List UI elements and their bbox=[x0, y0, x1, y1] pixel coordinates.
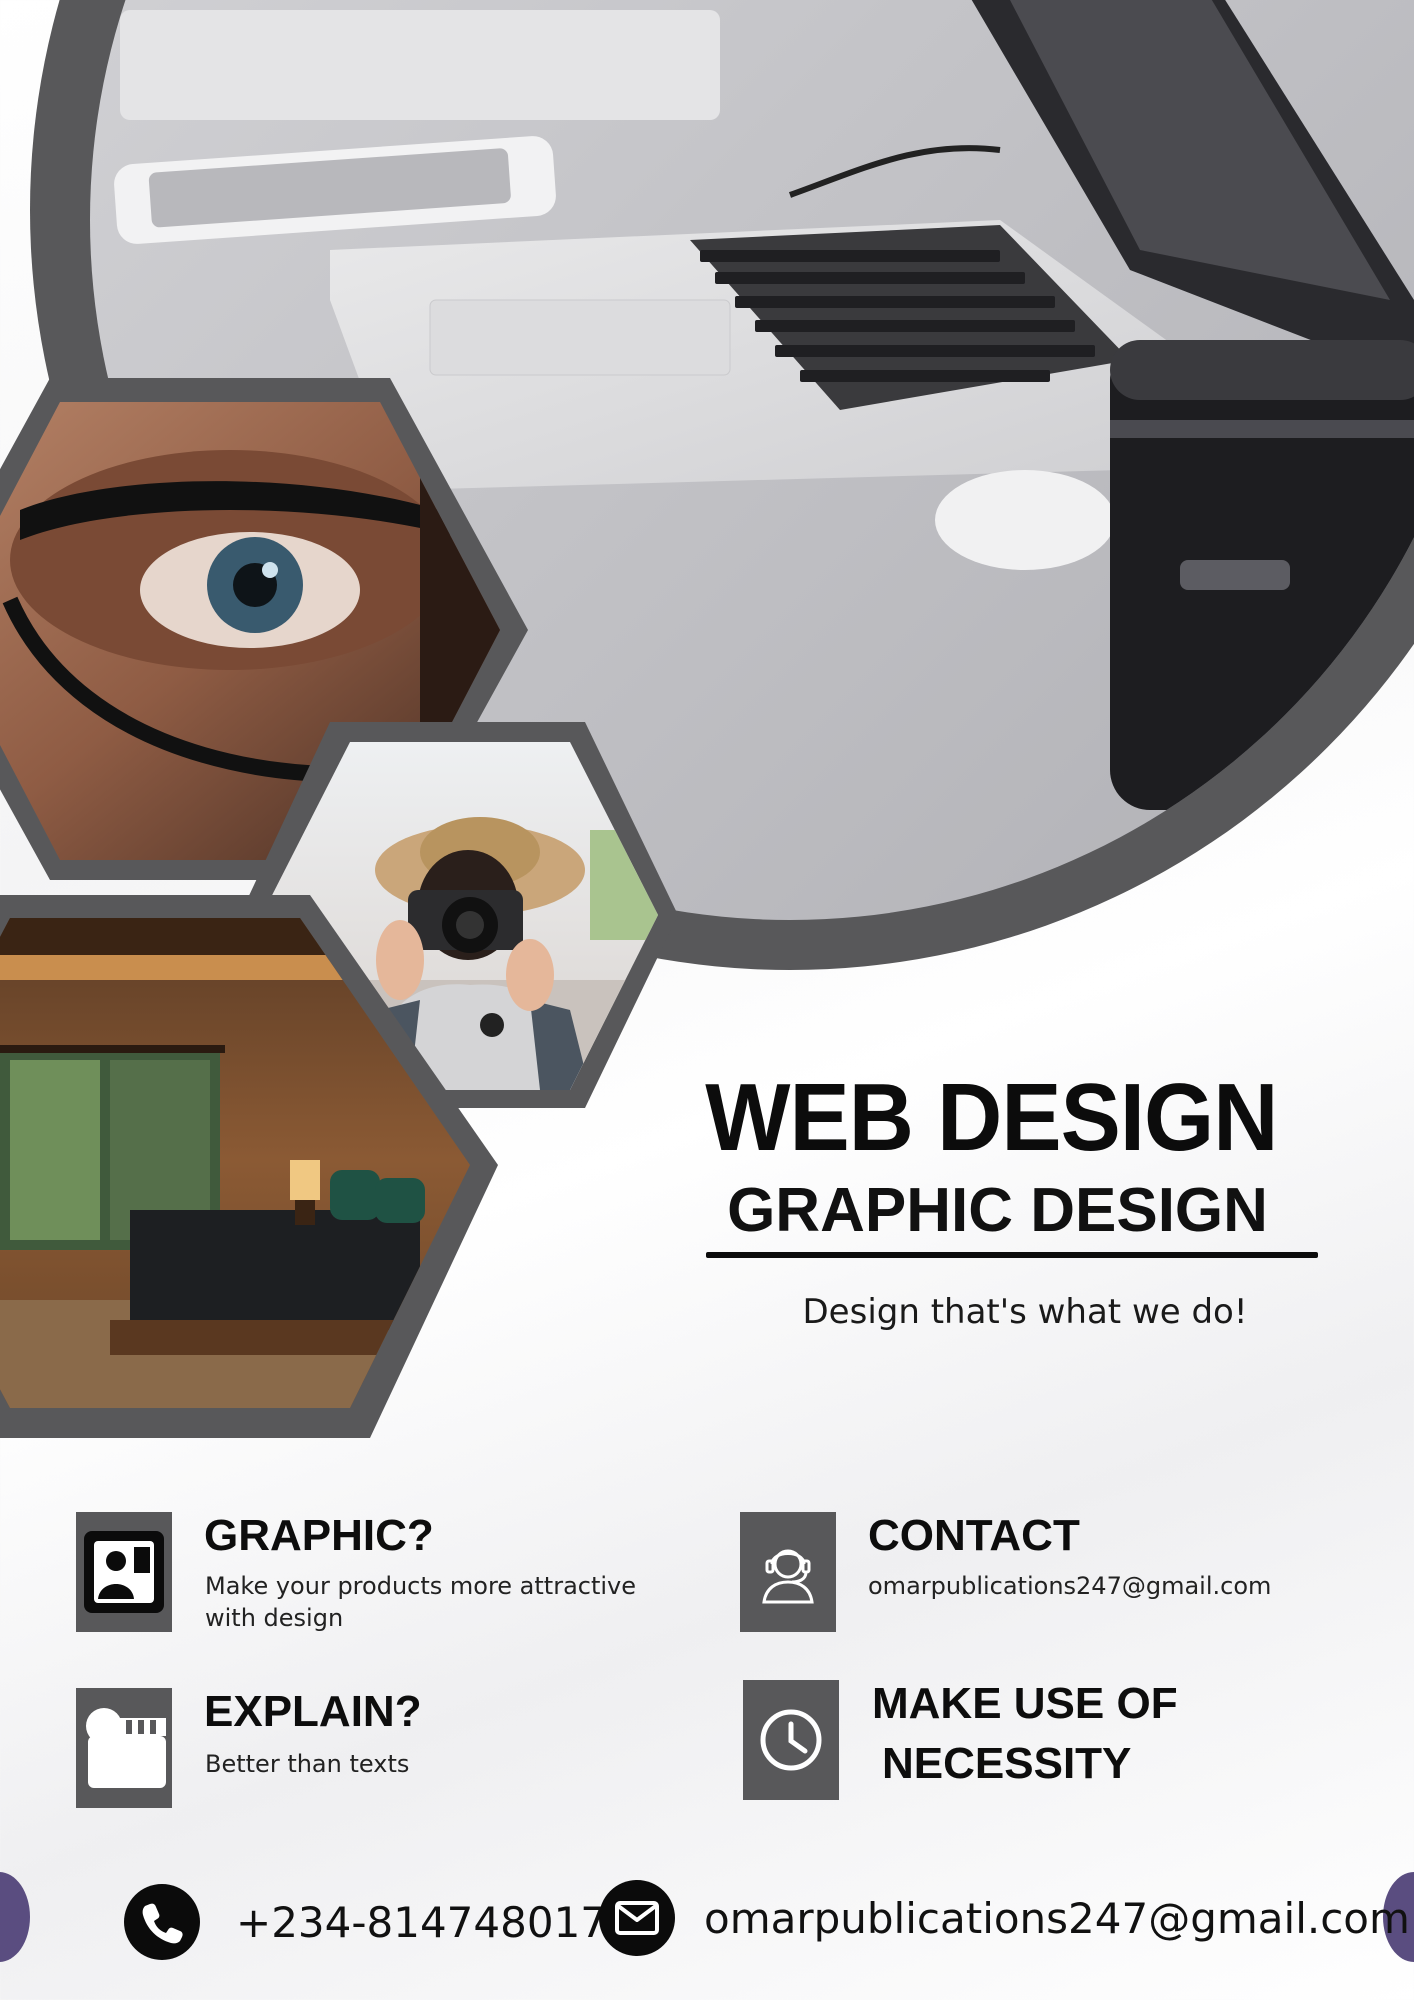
feature-contact-email[interactable]: omarpublications247@gmail.com bbox=[868, 1570, 1271, 1602]
page-subtitle: GRAPHIC DESIGN bbox=[727, 1176, 1268, 1245]
clapperboard-icon bbox=[76, 1688, 172, 1808]
page-title: WEB DESIGN bbox=[705, 1064, 1278, 1171]
clock-icon bbox=[743, 1680, 839, 1800]
feature-necessity-title-line2: NECESSITY bbox=[882, 1739, 1132, 1788]
phone-icon[interactable] bbox=[124, 1884, 200, 1960]
feature-explain-text: Better than texts bbox=[205, 1750, 410, 1778]
feature-graphic-text: Make your products more attractive with … bbox=[205, 1572, 637, 1633]
tagline: Design that's what we do! bbox=[802, 1292, 1248, 1332]
feature-contact-title: CONTACT bbox=[868, 1511, 1080, 1560]
footer-phone[interactable]: +234-8147480172 bbox=[236, 1898, 634, 1947]
footer-email[interactable]: omarpublications247@gmail.com bbox=[704, 1894, 1410, 1943]
headset-support-icon bbox=[740, 1512, 836, 1632]
portrait-icon bbox=[76, 1512, 172, 1632]
feature-graphic-title: GRAPHIC? bbox=[204, 1511, 434, 1560]
feature-explain-title: EXPLAIN? bbox=[204, 1687, 422, 1736]
title-underline bbox=[706, 1252, 1318, 1258]
feature-necessity-title-line1: MAKE USE OF bbox=[872, 1679, 1178, 1728]
mail-icon[interactable] bbox=[599, 1880, 675, 1956]
